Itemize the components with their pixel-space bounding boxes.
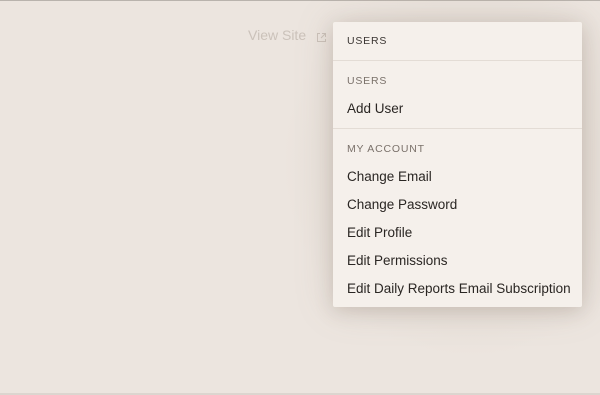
view-site-label: View Site: [248, 27, 307, 43]
menu-item-edit-profile[interactable]: Edit Profile: [347, 225, 412, 240]
section-label-my-account: MY ACCOUNT: [347, 143, 425, 155]
dropdown-divider: [333, 60, 582, 61]
top-border: [0, 0, 600, 1]
menu-item-edit-daily-reports-email-subscription[interactable]: Edit Daily Reports Email Subscription: [347, 281, 571, 296]
external-link-icon: [316, 30, 327, 42]
menu-item-change-password[interactable]: Change Password: [347, 197, 457, 212]
menu-item-change-email[interactable]: Change Email: [347, 169, 432, 184]
menu-item-edit-permissions[interactable]: Edit Permissions: [347, 253, 448, 268]
dropdown-divider: [333, 128, 582, 129]
view-site-link[interactable]: View Site: [248, 26, 327, 44]
users-dropdown-menu: USERS USERS Add User MY ACCOUNT Change E…: [333, 22, 582, 307]
dropdown-title: USERS: [347, 35, 388, 47]
menu-item-add-user[interactable]: Add User: [347, 101, 403, 116]
section-label-users: USERS: [347, 75, 388, 87]
